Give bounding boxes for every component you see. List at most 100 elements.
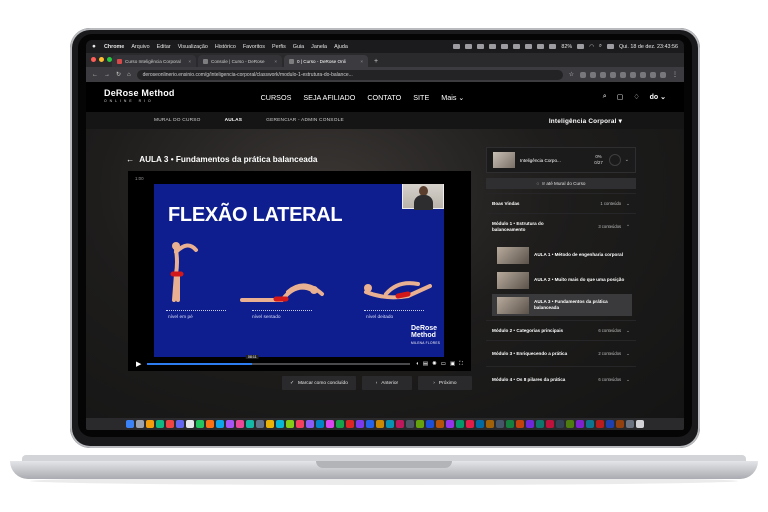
dock-app-icon[interactable] [636, 420, 644, 428]
dock-app-icon[interactable] [306, 420, 314, 428]
tray-app-icon[interactable] [465, 44, 473, 49]
extension-icon[interactable] [580, 71, 586, 78]
fullscreen-icon[interactable]: ⛶ [459, 361, 463, 368]
nav-contato[interactable]: CONTATO [367, 93, 401, 102]
module-item[interactable]: Módulo 2 • Categorias principais 6 conte… [486, 320, 636, 340]
dock-app-icon[interactable] [276, 420, 284, 428]
dock-app-icon[interactable] [456, 420, 464, 428]
dock-app-icon[interactable] [446, 420, 454, 428]
dock-app-icon[interactable] [366, 420, 374, 428]
dock-app-icon[interactable] [156, 420, 164, 428]
extension-icon[interactable] [590, 71, 596, 78]
new-tab-button[interactable]: + [374, 58, 378, 65]
menu-item[interactable]: Editar [157, 44, 171, 50]
subnav-aulas[interactable]: AULAS [225, 118, 243, 123]
go-to-mural-button[interactable]: ◌ Ir até Mural do Curso [486, 178, 636, 189]
back-arrow-icon[interactable]: ← [92, 72, 98, 78]
close-tab-icon[interactable]: × [360, 59, 363, 64]
profile-avatar-icon[interactable] [660, 71, 666, 78]
dock-app-icon[interactable] [566, 420, 574, 428]
tray-app-icon[interactable] [513, 44, 521, 49]
forward-arrow-icon[interactable]: → [104, 72, 110, 78]
dock-app-icon[interactable] [226, 420, 234, 428]
next-button[interactable]: › Próximo [417, 376, 472, 390]
tray-app-icon[interactable] [525, 44, 533, 49]
address-bar[interactable]: deroseonlinerio.ensinio.com/g/inteligenc… [136, 69, 563, 80]
menubar-clock[interactable]: Qui. 18 de dez. 23:43:56 [619, 44, 678, 50]
lesson-item-active[interactable]: AULA 3 • Fundamentos da prática balancea… [492, 294, 632, 316]
chevron-down-icon[interactable]: ⌄ [625, 157, 629, 163]
dock-app-icon[interactable] [166, 420, 174, 428]
dock-app-icon[interactable] [126, 420, 134, 428]
dock-app-icon[interactable] [506, 420, 514, 428]
dock-app-icon[interactable] [406, 420, 414, 428]
browser-tab[interactable]: Console | Curso - DeRose × [198, 55, 282, 67]
nav-seja-afiliado[interactable]: SEJA AFILIADO [303, 93, 355, 102]
extension-icon[interactable] [630, 71, 636, 78]
dock-app-icon[interactable] [436, 420, 444, 428]
video-progress-bar[interactable]: 08:11 [147, 355, 410, 365]
close-tab-icon[interactable]: × [188, 59, 191, 64]
dock-app-icon[interactable] [146, 420, 154, 428]
dock-app-icon[interactable] [526, 420, 534, 428]
zoom-window-icon[interactable] [107, 57, 112, 62]
menu-item[interactable]: Histórico [215, 44, 236, 50]
menu-item[interactable]: Ajuda [334, 44, 348, 50]
search-icon[interactable]: ⌕ [599, 43, 602, 50]
close-window-icon[interactable] [91, 57, 96, 62]
dock-app-icon[interactable] [626, 420, 634, 428]
dock-app-icon[interactable] [336, 420, 344, 428]
course-progress-card[interactable]: Inteligência Corpo... 0% 0/27 ⌄ [486, 147, 636, 173]
tray-app-icon[interactable] [477, 44, 485, 49]
video-player[interactable]: 1:00 FLEXÃO LATERAL nível em pé nível se… [128, 171, 471, 371]
menu-item[interactable]: Favoritos [243, 44, 265, 50]
home-icon[interactable]: ⌂ [127, 72, 131, 78]
battery-percent[interactable]: 82% [561, 44, 572, 50]
minimize-window-icon[interactable] [99, 57, 104, 62]
dock-app-icon[interactable] [296, 420, 304, 428]
extension-icon[interactable] [620, 71, 626, 78]
nav-cursos[interactable]: CURSOS [261, 93, 292, 102]
shop-bag-icon[interactable]: ▢ [617, 93, 624, 101]
control-center-icon[interactable] [606, 44, 614, 49]
back-arrow-icon[interactable]: ← [126, 155, 134, 164]
tray-app-icon[interactable] [537, 44, 545, 49]
extension-icon[interactable] [640, 71, 646, 78]
dock-app-icon[interactable] [236, 420, 244, 428]
battery-icon[interactable] [577, 44, 585, 49]
dock-app-icon[interactable] [136, 420, 144, 428]
dock-app-icon[interactable] [426, 420, 434, 428]
dock-app-icon[interactable] [586, 420, 594, 428]
close-tab-icon[interactable]: × [274, 59, 277, 64]
captions-icon[interactable]: ▤ [423, 361, 428, 368]
module-item[interactable]: Boas Vindas 1 conteúdo ⌄ [486, 193, 636, 213]
dock-app-icon[interactable] [266, 420, 274, 428]
module-item-expanded[interactable]: Módulo 1 • Estrutura do balanceamento 3 … [486, 213, 636, 239]
browser-tab-active[interactable]: 0 | Curso - DeRose Onli × [284, 55, 368, 67]
dock-app-icon[interactable] [316, 420, 324, 428]
subnav-admin-console[interactable]: GERENCIAR - ADMIN CONSOLE [266, 118, 344, 123]
lesson-item[interactable]: AULA 2 • Muito mais do que uma posição [492, 269, 632, 291]
course-selector[interactable]: Inteligência Corporal ▾ [549, 117, 622, 125]
dock-app-icon[interactable] [246, 420, 254, 428]
extension-icon[interactable] [610, 71, 616, 78]
browser-tab[interactable]: Curso Inteligência Corporal × [112, 55, 196, 67]
user-menu[interactable]: do ⌄ [650, 93, 666, 101]
dock-app-icon[interactable] [256, 420, 264, 428]
dock-app-icon[interactable] [386, 420, 394, 428]
menu-item[interactable]: Visualização [178, 44, 208, 50]
nav-mais[interactable]: Mais ⌄ [441, 93, 464, 102]
extension-icon[interactable] [600, 71, 606, 78]
kebab-menu-icon[interactable]: ⋮ [672, 71, 678, 78]
bookmark-star-icon[interactable]: ☆ [569, 71, 574, 78]
dock-app-icon[interactable] [546, 420, 554, 428]
bell-icon[interactable]: ♢ [633, 93, 639, 101]
module-item[interactable]: Módulo 3 • Enriquecendo a prática 2 cont… [486, 340, 636, 366]
menu-item[interactable]: Arquivo [131, 44, 149, 50]
dock-app-icon[interactable] [606, 420, 614, 428]
pip-icon[interactable]: ▣ [450, 361, 455, 368]
previous-button[interactable]: ‹ Anterior [361, 376, 412, 390]
dock-app-icon[interactable] [596, 420, 604, 428]
dock-app-icon[interactable] [206, 420, 214, 428]
search-icon[interactable]: ⌕ [603, 93, 607, 101]
